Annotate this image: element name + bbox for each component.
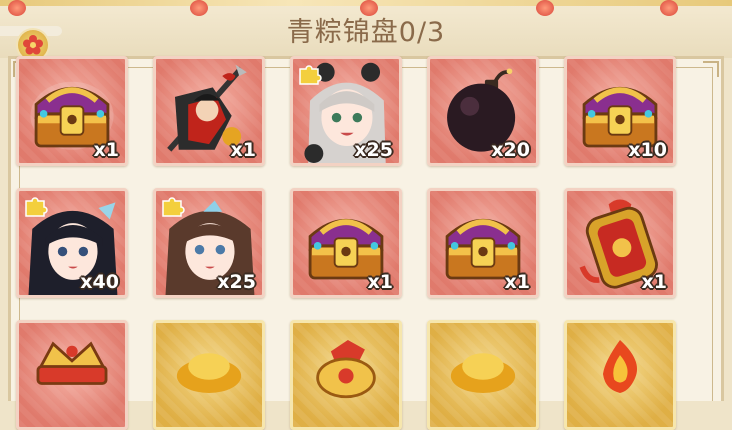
reward-item-hero-fragment[interactable]: x40	[16, 188, 128, 298]
reward-item-hero-portrait[interactable]: x1	[153, 56, 265, 166]
reward-item-treasure-chest[interactable]: x1	[290, 188, 402, 298]
puzzle-fragment-icon	[299, 65, 322, 85]
item-quantity: x1	[93, 139, 119, 161]
gold-ingot-icon	[176, 353, 242, 393]
reward-item-hero-fragment[interactable]: x25	[153, 188, 265, 298]
corner-ornament	[703, 61, 719, 77]
puzzle-fragment-icon	[162, 197, 185, 217]
item-quantity: x1	[367, 271, 393, 293]
reward-grid: x1 x1 x25 x20 x10 x40 x25 x1 x1 x1	[16, 56, 676, 430]
item-quantity: x1	[230, 139, 256, 161]
reward-item-gold-ingot[interactable]	[153, 320, 265, 430]
item-quantity: x1	[641, 271, 667, 293]
reward-item-hero-fragment[interactable]: x25	[290, 56, 402, 166]
reward-item-token[interactable]: x1	[564, 188, 676, 298]
gold-crown-icon	[36, 341, 108, 385]
item-quantity: x1	[504, 271, 530, 293]
reward-item-treasure-chest[interactable]: x1	[427, 188, 539, 298]
item-quantity: x25	[354, 139, 393, 161]
item-quantity: x25	[217, 271, 256, 293]
page-title: 青粽锦盘0/3	[286, 17, 446, 48]
reward-item-coin-bag[interactable]	[290, 320, 402, 430]
puzzle-fragment-icon	[25, 197, 48, 217]
item-quantity: x20	[491, 139, 530, 161]
item-quantity: x40	[80, 271, 119, 293]
reward-item-fire-orb[interactable]	[564, 320, 676, 430]
reward-item-gold-ingot[interactable]	[427, 320, 539, 430]
fire-orb-icon	[602, 340, 638, 393]
reward-item-treasure-chest[interactable]: x10	[564, 56, 676, 166]
gold-ingot-icon	[450, 353, 516, 393]
gold-coin-bag-icon	[316, 340, 376, 399]
reward-item-crown[interactable]	[16, 320, 128, 430]
reward-item-treasure-chest[interactable]: x1	[16, 56, 128, 166]
item-quantity: x10	[628, 139, 667, 161]
reward-item-bomb[interactable]: x20	[427, 56, 539, 166]
header-bar: 青粽锦盘0/3	[0, 0, 732, 60]
